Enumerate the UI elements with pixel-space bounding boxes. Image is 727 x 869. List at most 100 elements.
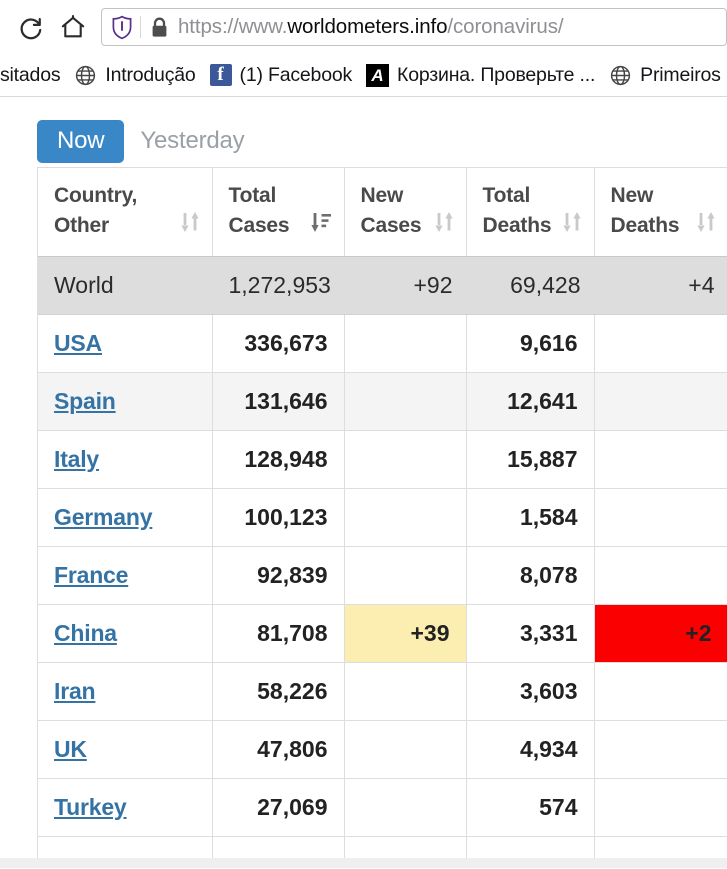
bookmark-item-introducao[interactable]: Introdução — [67, 60, 202, 90]
table-row: Germany 100,123 1,584 — [38, 488, 727, 547]
column-header-new-deaths[interactable]: New Deaths — [594, 168, 727, 257]
column-header-line1: Total — [228, 183, 277, 207]
facebook-icon — [209, 64, 232, 86]
globe-icon — [609, 64, 632, 87]
cell-country[interactable]: Germany — [38, 488, 213, 547]
country-link[interactable]: Iran — [54, 678, 96, 704]
bookmark-label: sitados — [0, 63, 61, 86]
sort-desc-icon[interactable] — [310, 211, 332, 241]
cell-new-deaths: +4 — [594, 256, 727, 315]
cell-total-deaths: 4,934 — [466, 720, 595, 779]
table-row: France 92,839 8,078 — [38, 546, 727, 605]
cell-country[interactable]: Italy — [38, 430, 213, 489]
url-bar[interactable]: https://www.worldometers.info/coronaviru… — [101, 8, 727, 46]
cell-new-deaths — [594, 430, 727, 489]
column-header-new-cases[interactable]: New Cases — [344, 168, 467, 257]
bookmark-label: Primeiros pa — [640, 63, 727, 86]
tab-yesterday[interactable]: Yesterday — [124, 120, 260, 163]
browser-chrome: https://www.worldometers.info/coronaviru… — [0, 0, 727, 97]
cell-country[interactable]: USA — [38, 314, 213, 373]
cell-new-cases — [344, 314, 467, 373]
country-link[interactable]: Germany — [54, 504, 153, 530]
bookmark-item-sitados[interactable]: sitados — [0, 60, 67, 90]
cell-new-deaths — [594, 488, 727, 547]
bookmark-item-primeiros-passos[interactable]: Primeiros pa — [602, 60, 727, 90]
cell-new-deaths: +2 — [594, 604, 727, 663]
country-link[interactable]: Italy — [54, 446, 99, 472]
url-path: /coronavirus/ — [447, 15, 564, 38]
table-row: Spain 131,646 12,641 — [38, 372, 727, 431]
cell-new-cases — [344, 720, 467, 779]
table-row: UK 47,806 4,934 — [38, 720, 727, 779]
cell-total-cases: 100,123 — [212, 488, 345, 547]
bookmark-item-facebook[interactable]: (1) Facebook — [203, 60, 360, 90]
cell-new-cases — [344, 662, 467, 721]
cell-total-cases: 1,272,953 — [212, 256, 345, 315]
column-header-line1: New — [610, 183, 654, 207]
column-header-total-cases[interactable]: Total Cases — [212, 168, 345, 257]
lock-icon[interactable] — [150, 16, 169, 39]
alfa-icon: A — [366, 63, 390, 87]
column-header-country[interactable]: Country, Other — [38, 168, 213, 257]
url-text: https://www.worldometers.info/coronaviru… — [178, 15, 722, 39]
country-link[interactable]: Spain — [54, 388, 116, 414]
sort-both-icon[interactable] — [562, 211, 582, 241]
column-header-line2: Cases — [228, 213, 290, 237]
cell-country[interactable]: Iran — [38, 662, 213, 721]
shield-icon[interactable] — [110, 15, 140, 40]
cell-country[interactable]: Turkey — [38, 778, 213, 837]
table-row: USA 336,673 9,616 — [38, 314, 727, 373]
country-link[interactable]: USA — [54, 330, 102, 356]
home-icon[interactable] — [52, 6, 94, 48]
cell-new-cases — [344, 372, 467, 431]
globe-icon — [74, 64, 97, 87]
column-header-line1: Country, — [54, 183, 138, 207]
cell-country[interactable]: UK — [38, 720, 213, 779]
country-link[interactable]: UK — [54, 736, 87, 762]
cell-total-deaths: 8,078 — [466, 546, 595, 605]
cell-country[interactable]: Spain — [38, 372, 213, 431]
sort-both-icon[interactable] — [696, 211, 716, 241]
column-header-line2: Deaths — [482, 213, 552, 237]
cell-new-deaths — [594, 372, 727, 431]
reload-icon[interactable] — [10, 6, 52, 48]
bookmark-item-korzina[interactable]: A Корзина. Проверьте ... — [359, 60, 602, 90]
table-row: Turkey 27,069 574 — [38, 778, 727, 837]
cell-total-deaths: 3,331 — [466, 604, 595, 663]
country-link[interactable]: China — [54, 620, 117, 646]
cell-new-deaths — [594, 720, 727, 779]
cell-new-deaths — [594, 546, 727, 605]
table-row: Iran 58,226 3,603 — [38, 662, 727, 721]
tab-now[interactable]: Now — [37, 119, 125, 163]
coronavirus-table-wrapper: Country, Other Total Cases New Cases Tot… — [37, 167, 727, 866]
cell-new-cases — [344, 488, 467, 547]
cell-new-cases — [344, 430, 467, 489]
bookmark-label: Introdução — [105, 63, 196, 86]
cell-total-cases: 92,839 — [212, 546, 345, 605]
country-link[interactable]: Turkey — [54, 794, 127, 820]
cell-new-deaths — [594, 314, 727, 373]
page-content: Now Yesterday Country, Other Total Cases… — [0, 97, 727, 868]
url-host: worldometers.info — [287, 15, 448, 38]
cell-total-deaths: 1,584 — [466, 488, 595, 547]
table-header-row: Country, Other Total Cases New Cases Tot… — [38, 168, 727, 257]
column-header-total-deaths[interactable]: Total Deaths — [466, 168, 595, 257]
column-header-line2: Deaths — [610, 213, 680, 237]
cell-total-deaths: 69,428 — [466, 256, 595, 315]
cell-total-deaths: 9,616 — [466, 314, 595, 373]
cell-new-deaths — [594, 662, 727, 721]
cell-total-cases: 27,069 — [212, 778, 345, 837]
cell-country[interactable]: France — [38, 546, 213, 605]
table-row: World 1,272,953 +92 69,428 +4 — [38, 256, 727, 315]
sort-both-icon[interactable] — [180, 211, 200, 241]
cell-country[interactable]: China — [38, 604, 213, 663]
sort-both-icon[interactable] — [434, 211, 454, 241]
cell-new-cases: +92 — [344, 256, 467, 315]
country-link[interactable]: France — [54, 562, 128, 588]
cell-total-deaths: 574 — [466, 778, 595, 837]
coronavirus-table: Country, Other Total Cases New Cases Tot… — [38, 168, 727, 866]
bookmarks-bar: sitados Introdução (1) Facebook A Корзи — [0, 54, 727, 96]
table-row: China 81,708 +39 3,331 +2 — [38, 604, 727, 663]
cell-country: World — [38, 256, 213, 315]
cell-new-cases — [344, 546, 467, 605]
